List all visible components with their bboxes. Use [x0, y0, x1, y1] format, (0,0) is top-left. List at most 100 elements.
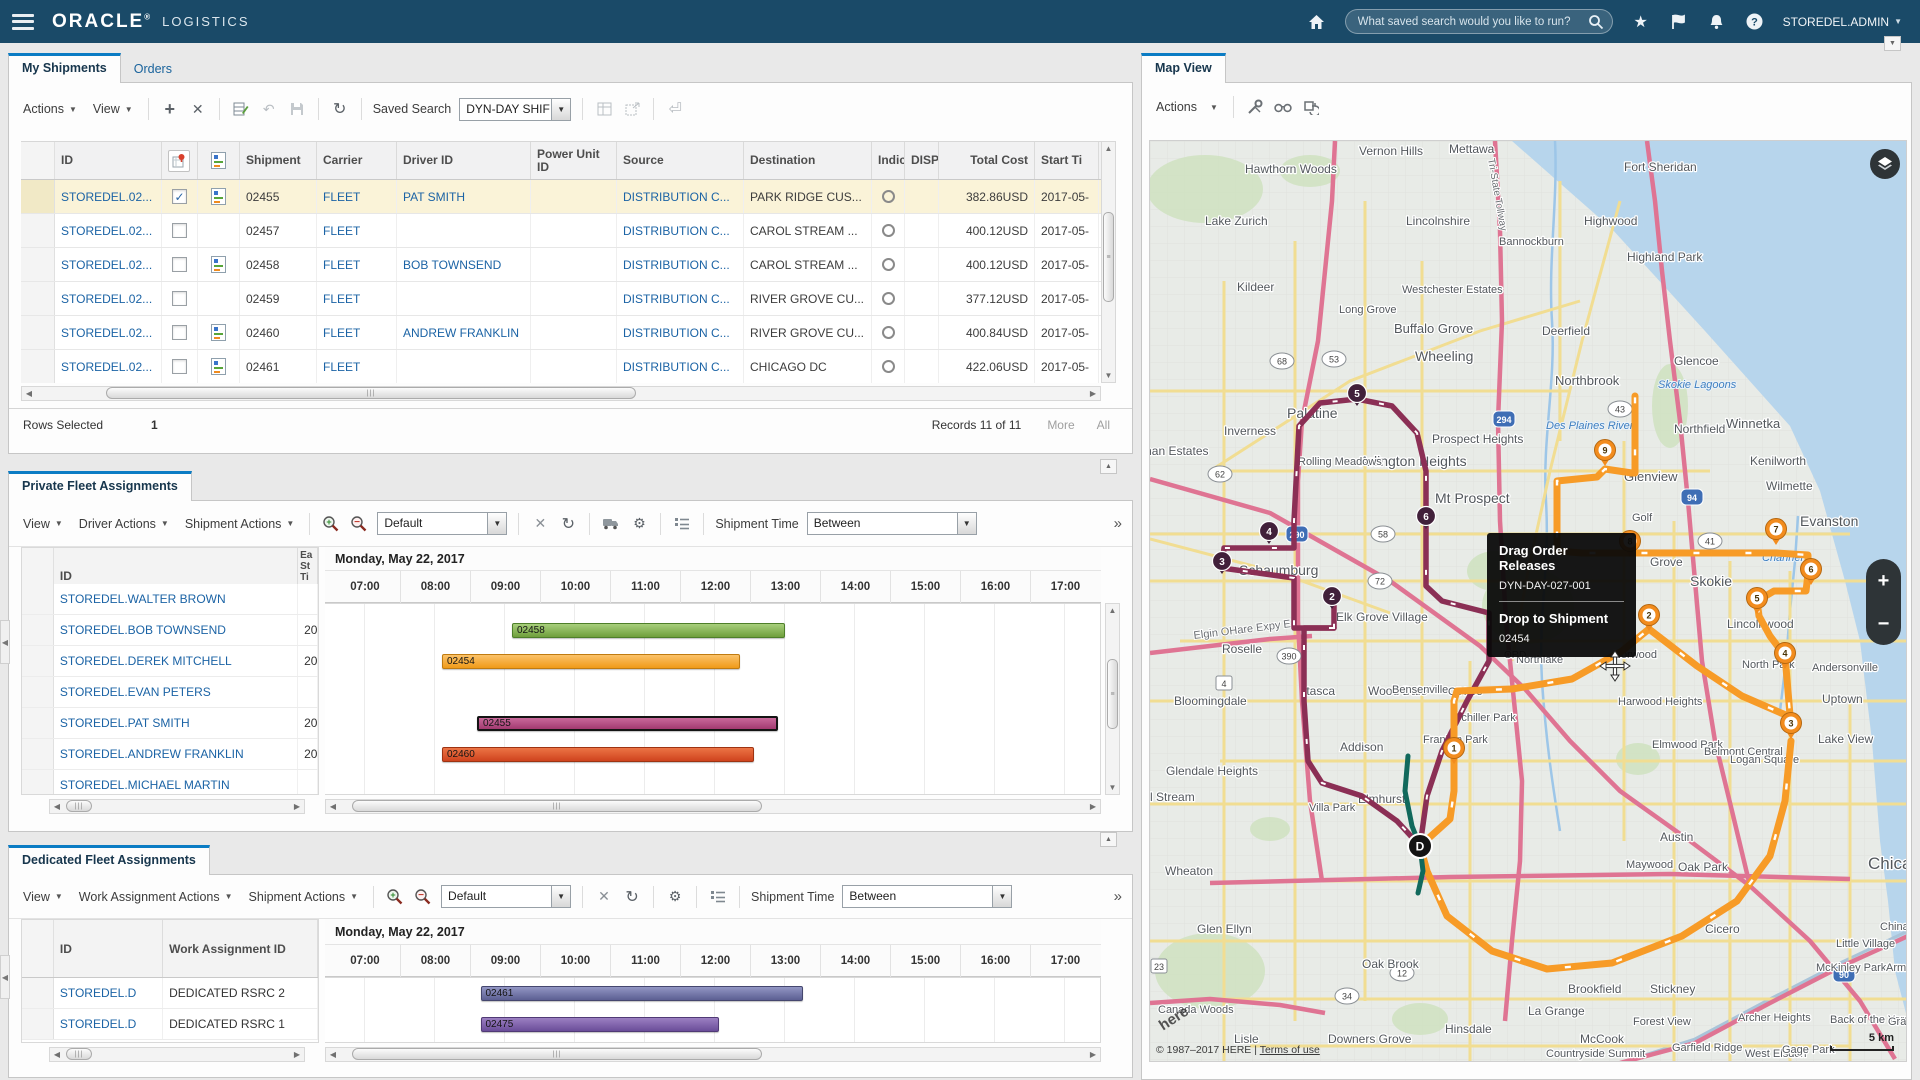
- collapse-map-icon[interactable]: ▼: [1884, 36, 1901, 51]
- map-zoom-out-button[interactable]: −: [1878, 614, 1890, 634]
- rate-doc-icon[interactable]: [211, 188, 226, 205]
- column-header-source[interactable]: Source: [617, 142, 744, 179]
- dfa-splitter-handle[interactable]: ◀: [0, 955, 10, 999]
- shipments-horizontal-scrollbar[interactable]: ◀ ||| ▶: [21, 386, 1101, 401]
- column-header-disp[interactable]: DISP: [905, 142, 939, 179]
- add-icon[interactable]: +: [160, 99, 180, 119]
- source-link[interactable]: DISTRIBUTION C...: [623, 326, 730, 340]
- dfa-shipment-time-select[interactable]: Between▼: [842, 885, 1012, 908]
- driver-row[interactable]: STOREDEL.WALTER BROWN: [22, 584, 318, 615]
- home-icon[interactable]: [1307, 12, 1327, 32]
- notifications-bell-icon[interactable]: [1707, 12, 1727, 32]
- go-to-task-icon[interactable]: ⏎: [665, 99, 685, 119]
- column-header-driver-id[interactable]: Driver ID: [397, 142, 531, 179]
- actions-menu[interactable]: Actions▼: [19, 99, 81, 119]
- column-header-destination[interactable]: Destination: [744, 142, 872, 179]
- gear-icon[interactable]: ⚙: [629, 514, 649, 534]
- driver-id-link[interactable]: STOREDEL.DEREK MITCHELL: [60, 654, 232, 668]
- driver-row[interactable]: STOREDEL.DEREK MITCHELL20: [22, 646, 318, 677]
- shipment-id-link[interactable]: STOREDEL.02...: [61, 360, 152, 374]
- column-header-carrier[interactable]: Carrier: [317, 142, 397, 179]
- pfa-splitter-handle[interactable]: ◀: [0, 620, 10, 664]
- shipment-id-link[interactable]: STOREDEL.02...: [61, 326, 152, 340]
- resource-id-link[interactable]: STOREDEL.D: [60, 1017, 136, 1031]
- search-icon[interactable]: [1588, 14, 1604, 30]
- gear-icon[interactable]: ⚙: [665, 887, 685, 907]
- overflow-chevrons-icon[interactable]: »: [1114, 515, 1122, 532]
- tab-orders[interactable]: Orders: [121, 56, 185, 83]
- source-link[interactable]: DISTRIBUTION C...: [623, 190, 730, 204]
- rate-doc-icon[interactable]: [211, 256, 226, 273]
- pfa-shipment-time-select[interactable]: Between▼: [807, 512, 977, 535]
- carrier-link[interactable]: FLEET: [323, 360, 360, 374]
- driver-id-link[interactable]: STOREDEL.WALTER BROWN: [60, 592, 226, 606]
- table-row[interactable]: STOREDEL.02...02459FLEETDISTRIBUTION C..…: [21, 282, 1101, 316]
- carrier-link[interactable]: FLEET: [323, 190, 360, 204]
- zoom-out-icon[interactable]: −: [413, 887, 433, 907]
- column-header-start-time[interactable]: Start Ti: [1035, 142, 1099, 179]
- driver-actions-menu[interactable]: Driver Actions▼: [75, 514, 173, 534]
- driver-row[interactable]: STOREDEL.MICHAEL MARTIN: [22, 770, 318, 795]
- all-link[interactable]: All: [1097, 418, 1110, 432]
- row-checkbox[interactable]: [172, 257, 187, 272]
- map-pin-icon[interactable]: [168, 150, 190, 172]
- work-assignment-row[interactable]: STOREDEL.DDEDICATED RSRC 2: [22, 978, 318, 1009]
- more-link[interactable]: More: [1047, 418, 1074, 432]
- shipment-id-link[interactable]: STOREDEL.02...: [61, 292, 152, 306]
- gantt-shipment-bar-02454[interactable]: 02454: [442, 654, 740, 669]
- row-checkbox[interactable]: [172, 291, 187, 306]
- pfa-clear-icon[interactable]: ✕: [530, 514, 550, 534]
- legend-list-icon[interactable]: [672, 514, 692, 534]
- driver-id-link[interactable]: STOREDEL.PAT SMITH: [60, 716, 190, 730]
- dfa-grid-horizontal-scrollbar[interactable]: ◀|||▶: [49, 1047, 305, 1062]
- driver-link[interactable]: PAT SMITH: [403, 190, 465, 204]
- collapse-pfa-icon[interactable]: ▲: [1100, 832, 1117, 847]
- map-actions-menu[interactable]: Actions▼: [1152, 97, 1222, 117]
- saved-search-input[interactable]: [1358, 16, 1588, 28]
- column-header-power-unit-id[interactable]: Power Unit ID: [531, 142, 617, 179]
- tab-my-shipments[interactable]: My Shipments: [8, 53, 121, 83]
- table-row[interactable]: STOREDEL.02...02460FLEETANDREW FRANKLIND…: [21, 316, 1101, 350]
- overflow-chevrons-icon[interactable]: »: [1114, 888, 1122, 905]
- row-checkbox[interactable]: [172, 223, 187, 238]
- delete-icon[interactable]: ✕: [188, 99, 208, 119]
- user-menu[interactable]: STOREDEL.ADMIN ▼: [1783, 15, 1902, 29]
- carrier-link[interactable]: FLEET: [323, 326, 360, 340]
- pfa-gantt-horizontal-scrollbar[interactable]: ◀|||▶: [325, 799, 1101, 814]
- source-link[interactable]: DISTRIBUTION C...: [623, 224, 730, 238]
- tab-private-fleet-assignments[interactable]: Private Fleet Assignments: [8, 471, 192, 501]
- table-row[interactable]: STOREDEL.02...02461FLEETDISTRIBUTION C..…: [21, 350, 1101, 383]
- gantt-shipment-bar-02475[interactable]: 02475: [481, 1017, 719, 1032]
- driver-link[interactable]: ANDREW FRANKLIN: [403, 326, 519, 340]
- table-row[interactable]: STOREDEL.02...02458FLEETBOB TOWNSENDDIST…: [21, 248, 1101, 282]
- flag-icon[interactable]: [1669, 12, 1689, 32]
- driver-id-link[interactable]: STOREDEL.EVAN PETERS: [60, 685, 211, 699]
- shipment-id-link[interactable]: STOREDEL.02...: [61, 258, 152, 272]
- rate-doc-icon[interactable]: [211, 358, 226, 375]
- column-header-total-cost[interactable]: Total Cost: [939, 142, 1035, 179]
- tab-map-view[interactable]: Map View: [1141, 53, 1226, 83]
- help-icon[interactable]: ?: [1745, 12, 1765, 32]
- dfa-gantt-horizontal-scrollbar[interactable]: ◀|||▶: [325, 1047, 1101, 1062]
- zoom-out-icon[interactable]: −: [349, 514, 369, 534]
- zoom-in-icon[interactable]: +: [385, 887, 405, 907]
- legend-list-icon[interactable]: [708, 887, 728, 907]
- refresh-icon[interactable]: ↻: [330, 99, 350, 119]
- pfa-preset-select[interactable]: Default▼: [377, 512, 507, 535]
- driver-id-link[interactable]: STOREDEL.ANDREW FRANKLIN: [60, 747, 244, 761]
- driver-link[interactable]: BOB TOWNSEND: [403, 258, 501, 272]
- pfa-shipment-actions-menu[interactable]: Shipment Actions▼: [181, 514, 299, 534]
- map-tools-icon[interactable]: [1245, 97, 1265, 117]
- save-icon[interactable]: [287, 99, 307, 119]
- depot-marker[interactable]: D: [1408, 834, 1432, 858]
- gantt-shipment-bar-02461[interactable]: 02461: [481, 986, 803, 1001]
- rate-doc-icon[interactable]: [211, 324, 226, 341]
- dfa-wa-column-header[interactable]: Work Assignment ID: [163, 920, 318, 977]
- tab-dedicated-fleet-assignments[interactable]: Dedicated Fleet Assignments: [8, 845, 210, 875]
- pfa-view-menu[interactable]: View▼: [19, 514, 67, 534]
- driver-id-link[interactable]: STOREDEL.BOB TOWNSEND: [60, 623, 226, 637]
- column-header-id[interactable]: ID: [55, 142, 162, 179]
- work-assignment-row[interactable]: STOREDEL.DDEDICATED RSRC 1: [22, 1009, 318, 1040]
- column-header-shipment[interactable]: Shipment: [240, 142, 317, 179]
- dfa-view-menu[interactable]: View▼: [19, 887, 67, 907]
